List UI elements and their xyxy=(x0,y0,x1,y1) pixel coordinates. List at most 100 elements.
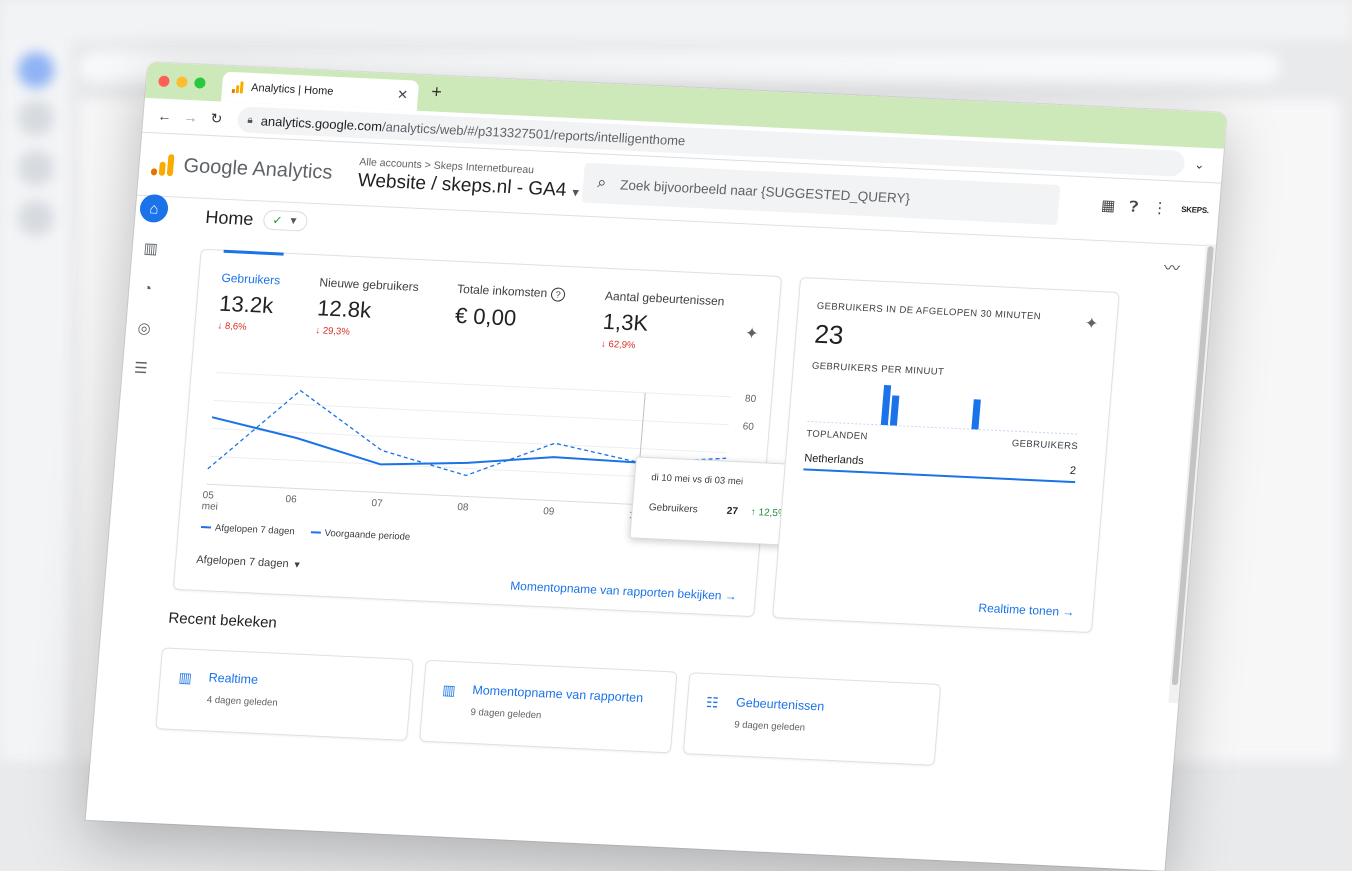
analytics-favicon-icon xyxy=(231,81,244,94)
close-tab-icon[interactable]: ✕ xyxy=(396,87,409,103)
recent-item-name: Momentopname van rapporten xyxy=(471,682,644,706)
nav-home-icon[interactable]: ⌂ xyxy=(138,193,170,224)
x-tick-label: 09 xyxy=(543,506,555,518)
realtime-title: GEBRUIKERS IN DE AFGELOPEN 30 MINUTEN xyxy=(816,300,1042,323)
date-range-label: Afgelopen 7 dagen xyxy=(195,553,290,571)
nav-advertising-icon[interactable]: ◎ xyxy=(129,313,159,342)
recent-item-time: 9 dagen geleden xyxy=(470,706,542,722)
background-icon xyxy=(18,100,54,136)
help-icon[interactable]: ? xyxy=(550,287,566,302)
active-tab-indicator xyxy=(223,249,284,256)
back-icon[interactable]: ← xyxy=(151,107,178,125)
close-window-button[interactable] xyxy=(158,75,170,88)
metric-revenue[interactable]: Totale inkomsten? € 0,00 xyxy=(454,282,566,338)
avatar[interactable]: SKEPS. xyxy=(1181,204,1209,214)
metric-value: 1,3K xyxy=(601,308,650,336)
metric-label: Totale inkomsten xyxy=(456,281,548,301)
background-tabstrip xyxy=(0,0,1352,40)
background-sidebar xyxy=(0,40,70,761)
column-header-country: TOPLANDEN xyxy=(805,428,869,443)
table-icon: ☷ xyxy=(705,694,720,711)
minute-bar xyxy=(889,395,900,426)
metric-change: ↓ 62,9% xyxy=(600,338,636,352)
forward-icon[interactable]: → xyxy=(177,108,204,126)
x-tick-label: mei xyxy=(201,501,218,513)
metric-label: Aantal gebeurtenissen xyxy=(604,288,725,309)
recent-item-time: 4 dagen geleden xyxy=(206,694,279,709)
analytics-logo-icon xyxy=(150,153,175,177)
country-share-bar xyxy=(803,468,1076,484)
search-input[interactable]: ⌕ Zoek bijvoorbeeld naar {SUGGESTED_QUER… xyxy=(581,162,1061,226)
header-actions: ▦ ❓︎ ⋮ SKEPS. xyxy=(1100,196,1209,219)
realtime-subtitle: GEBRUIKERS PER MINUUT xyxy=(811,360,945,378)
recent-item[interactable]: ☷ Gebeurtenissen 9 dagen geleden xyxy=(682,672,942,766)
metric-change: ↓ 8,6% xyxy=(217,320,248,333)
reports-snapshot-link[interactable]: Momentopname van rapporten bekijken → xyxy=(510,579,738,604)
recent-item-time: 9 dagen geleden xyxy=(733,719,806,734)
per-minute-bar-chart xyxy=(807,385,1080,435)
report-icon: ▥ xyxy=(441,681,457,699)
legend-item: Afgelopen 7 dagen xyxy=(200,522,295,537)
realtime-card: GEBRUIKERS IN DE AFGELOPEN 30 MINUTEN ✦ … xyxy=(772,276,1120,634)
url-path: /analytics/web/#/p313327501/reports/inte… xyxy=(381,118,686,148)
metric-label: Nieuwe gebruikers xyxy=(318,275,420,294)
metric-value: € 0,00 xyxy=(454,302,518,331)
date-range-dropdown[interactable]: Afgelopen 7 dagen ▼ xyxy=(196,554,302,571)
page-title: Home xyxy=(204,206,255,229)
legend-item: Voorgaande periode xyxy=(310,527,411,543)
x-tick-label: 07 xyxy=(371,498,383,510)
reload-icon[interactable]: ↻ xyxy=(203,109,230,127)
maximize-window-button[interactable] xyxy=(193,77,206,89)
product-name: Google Analytics xyxy=(182,154,334,184)
overview-card: Gebruikers 13.2k ↓ 8,6% Nieuwe gebruiker… xyxy=(172,248,808,618)
insights-icon[interactable]: 〰 xyxy=(1163,254,1181,279)
browser-window: Analytics | Home ✕ + ← → ↻ 🔒︎ analytics.… xyxy=(85,62,1227,871)
recent-item[interactable]: ▥ Realtime 4 dagen geleden xyxy=(155,647,414,741)
background-icon xyxy=(18,200,54,236)
url-domain: analytics.google.com xyxy=(260,112,383,134)
metric-change: ↓ 29,3% xyxy=(314,325,351,338)
nav-configure-icon[interactable]: ☰ xyxy=(126,353,156,382)
nav-explore-icon[interactable]: ◔ xyxy=(132,274,162,303)
search-icon: ⌕ xyxy=(596,174,607,192)
gridline xyxy=(213,399,729,426)
minimize-window-button[interactable] xyxy=(175,76,188,88)
chart-legend: Afgelopen 7 dagen Voorgaande periode xyxy=(200,522,411,543)
minute-bar xyxy=(880,385,892,426)
gridline xyxy=(211,427,727,454)
status-pill[interactable]: ✓ ▼ xyxy=(262,209,309,232)
users-cell: 2 xyxy=(1069,464,1077,478)
recent-item[interactable]: ▥ Momentopname van rapporten 9 dagen gel… xyxy=(419,659,678,754)
country-cell: Netherlands xyxy=(803,452,865,468)
sparkle-icon[interactable]: ✦ xyxy=(744,323,759,344)
minute-bar xyxy=(971,399,981,430)
chevron-down-icon[interactable]: ⌄ xyxy=(1184,157,1215,172)
realtime-link[interactable]: Realtime tonen → xyxy=(978,601,1075,619)
tooltip-label: Gebruikers xyxy=(648,502,699,516)
metric-value: 13.2k xyxy=(218,290,275,319)
tooltip-period: di 10 mei vs di 03 mei xyxy=(650,472,744,488)
background-icon xyxy=(18,150,54,186)
sparkle-icon[interactable]: ✦ xyxy=(1084,313,1099,334)
chevron-down-icon: ▼ xyxy=(292,559,302,570)
metric-new-users[interactable]: Nieuwe gebruikers 12.8k ↓ 29,3% xyxy=(315,275,419,341)
more-vert-icon[interactable]: ⋮ xyxy=(1152,198,1168,217)
realtime-value: 23 xyxy=(813,318,845,351)
window-controls xyxy=(158,75,206,89)
nav-reports-icon[interactable]: ▥ xyxy=(136,234,166,263)
help-icon[interactable]: ❓︎ xyxy=(1129,198,1139,215)
y-tick-label: 80 xyxy=(745,394,757,406)
metric-events[interactable]: Aantal gebeurtenissen 1,3K ↓ 62,9% xyxy=(601,289,725,355)
metric-users[interactable]: Gebruikers 13.2k ↓ 8,6% xyxy=(217,271,281,335)
gridline xyxy=(215,372,732,398)
metric-change xyxy=(454,333,562,338)
apps-grid-icon[interactable]: ▦ xyxy=(1100,196,1116,215)
tab-title: Analytics | Home xyxy=(250,81,334,98)
recent-item-name: Gebeurtenissen xyxy=(735,695,825,714)
new-tab-icon[interactable]: + xyxy=(430,81,443,102)
y-tick-label: 60 xyxy=(742,421,754,433)
recent-title: Recent bekeken xyxy=(167,609,278,632)
column-header-users: GEBRUIKERS xyxy=(1011,438,1079,453)
x-tick-label: 08 xyxy=(457,502,469,514)
account-picker[interactable]: Alle accounts > Skeps Internetbureau Web… xyxy=(357,156,583,202)
